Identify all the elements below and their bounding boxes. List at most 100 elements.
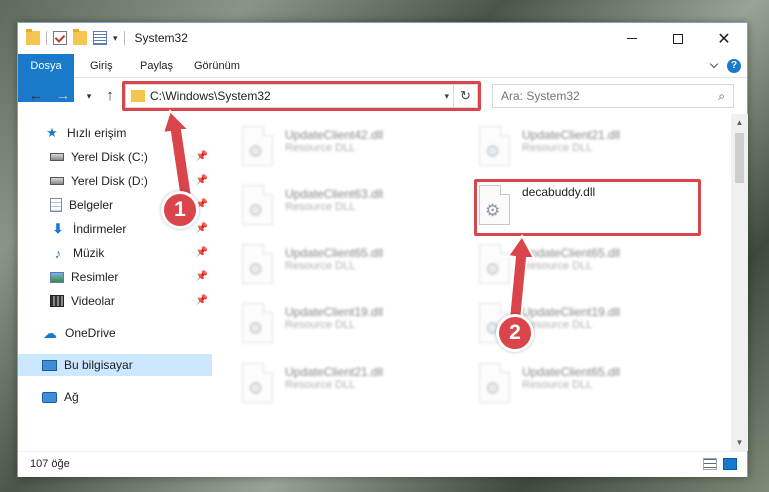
file-item[interactable]: ⚙ UpdateClient65.dll Resource DLL bbox=[237, 242, 467, 290]
folder-icon bbox=[26, 29, 40, 45]
dll-file-icon: ⚙ bbox=[242, 244, 273, 284]
vertical-scrollbar[interactable]: ▲ ▼ bbox=[731, 114, 748, 451]
ribbon-controls: ? bbox=[709, 59, 741, 73]
nav-item-pictures[interactable]: Resimler 📌 bbox=[18, 266, 212, 288]
title-bar: ▾ System32 ✕ bbox=[18, 23, 747, 54]
nav-label: Yerel Disk (C:) bbox=[71, 150, 148, 164]
cloud-icon: ☁ bbox=[43, 324, 57, 341]
search-input[interactable] bbox=[493, 85, 693, 107]
scroll-up-arrow[interactable]: ▲ bbox=[731, 114, 748, 131]
details-view-icon[interactable] bbox=[703, 458, 717, 470]
file-item[interactable]: ⚙ UpdateClient21.dll Resource DLL bbox=[474, 124, 704, 172]
window-title: System32 bbox=[134, 31, 188, 45]
search-box[interactable]: ⌕ bbox=[492, 84, 734, 108]
address-highlight-box bbox=[122, 81, 481, 111]
pin-icon[interactable]: 📌 bbox=[196, 247, 208, 258]
nav-item-videos[interactable]: Videolar 📌 bbox=[18, 290, 212, 312]
nav-label: Bu bilgisayar bbox=[64, 358, 133, 372]
file-name: UpdateClient65.dll bbox=[285, 246, 384, 260]
file-type: Resource DLL bbox=[522, 379, 593, 391]
pictures-icon bbox=[50, 271, 64, 283]
large-icons-view-icon[interactable] bbox=[723, 458, 737, 470]
file-item[interactable]: ⚙ UpdateClient19.dll Resource DLL bbox=[237, 301, 467, 349]
file-item[interactable]: ⚙ UpdateClient65.dll Resource DLL bbox=[474, 361, 704, 409]
file-name: UpdateClient65.dll bbox=[522, 365, 621, 379]
dll-file-icon: ⚙ bbox=[479, 244, 510, 284]
back-button[interactable]: ← bbox=[27, 87, 45, 105]
gear-icon: ⚙ bbox=[248, 260, 264, 279]
status-bar: 107 öğe bbox=[18, 451, 747, 477]
dll-file-icon: ⚙ bbox=[242, 185, 273, 225]
gear-icon: ⚙ bbox=[485, 142, 501, 161]
nav-item-disk-c[interactable]: Yerel Disk (C:) 📌 bbox=[18, 146, 212, 168]
gear-icon: ⚙ bbox=[248, 201, 264, 220]
nav-label: Belgeler bbox=[69, 198, 114, 212]
nav-network[interactable]: Ağ bbox=[18, 386, 212, 408]
nav-item-disk-d[interactable]: Yerel Disk (D:) 📌 bbox=[18, 170, 212, 192]
separator bbox=[46, 31, 47, 45]
file-type: Resource DLL bbox=[522, 142, 593, 154]
nav-label: Hızlı erişim bbox=[67, 126, 127, 140]
dll-file-icon: ⚙ bbox=[242, 126, 273, 166]
dll-file-icon: ⚙ bbox=[242, 303, 273, 343]
expand-ribbon-icon[interactable] bbox=[709, 61, 719, 71]
item-count: 107 öğe bbox=[30, 458, 70, 470]
recent-locations-button[interactable]: ▾ bbox=[80, 87, 98, 105]
disk-icon bbox=[50, 153, 64, 161]
file-item[interactable]: ⚙ UpdateClient65.dll Resource DLL bbox=[474, 242, 704, 290]
disk-icon bbox=[50, 177, 64, 185]
scroll-down-arrow[interactable]: ▼ bbox=[731, 434, 748, 451]
file-item[interactable]: ⚙ UpdateClient42.dll Resource DLL bbox=[237, 124, 467, 172]
maximize-button[interactable] bbox=[655, 23, 701, 54]
pin-icon[interactable]: 📌 bbox=[196, 271, 208, 282]
nav-label: Resimler bbox=[71, 270, 119, 284]
file-item[interactable]: ⚙ UpdateClient63.dll Resource DLL bbox=[237, 183, 467, 231]
file-type: Resource DLL bbox=[285, 379, 356, 391]
new-folder-icon[interactable] bbox=[73, 29, 87, 45]
dll-file-icon: ⚙ bbox=[479, 363, 510, 403]
computer-icon bbox=[42, 359, 57, 371]
tab-home[interactable]: Giriş bbox=[80, 54, 123, 78]
up-button[interactable]: ↑ bbox=[101, 87, 119, 105]
pin-icon[interactable]: 📌 bbox=[196, 223, 208, 234]
tab-view[interactable]: Görünüm bbox=[184, 54, 250, 78]
document-icon bbox=[50, 198, 62, 212]
pin-icon[interactable]: 📌 bbox=[196, 295, 208, 306]
close-icon: ✕ bbox=[717, 30, 731, 48]
dll-file-icon: ⚙ bbox=[242, 363, 273, 403]
close-button[interactable]: ✕ bbox=[701, 23, 747, 54]
file-name: UpdateClient19.dll bbox=[522, 305, 621, 319]
gear-icon: ⚙ bbox=[248, 379, 264, 398]
nav-quick-access[interactable]: ★ Hızlı erişim bbox=[18, 122, 212, 144]
forward-button[interactable]: → bbox=[54, 87, 72, 105]
download-icon: ⬇ bbox=[52, 221, 64, 236]
nav-item-music[interactable]: ♪ Müzik 📌 bbox=[18, 242, 212, 264]
search-icon[interactable]: ⌕ bbox=[718, 89, 725, 104]
videos-icon bbox=[50, 295, 64, 307]
pin-icon[interactable]: 📌 bbox=[196, 175, 208, 186]
file-item[interactable]: ⚙ UpdateClient21.dll Resource DLL bbox=[237, 361, 467, 409]
nav-label: Ağ bbox=[64, 390, 79, 404]
file-type: Resource DLL bbox=[285, 201, 356, 213]
nav-onedrive[interactable]: ☁ OneDrive bbox=[18, 322, 212, 344]
navigation-pane: ★ Hızlı erişim Yerel Disk (C:) 📌 Yerel D… bbox=[18, 114, 214, 451]
file-name: UpdateClient65.dll bbox=[522, 246, 621, 260]
properties-check-icon[interactable] bbox=[53, 31, 67, 45]
scroll-thumb[interactable] bbox=[735, 133, 744, 183]
chevron-down-icon[interactable]: ▾ bbox=[113, 33, 118, 44]
file-name: UpdateClient21.dll bbox=[522, 128, 621, 142]
gear-icon: ⚙ bbox=[485, 260, 501, 279]
help-icon[interactable]: ? bbox=[727, 59, 741, 73]
gear-icon: ⚙ bbox=[248, 142, 264, 161]
file-type: Resource DLL bbox=[285, 319, 356, 331]
pin-icon[interactable]: 📌 bbox=[196, 151, 208, 162]
dll-file-icon: ⚙ bbox=[479, 126, 510, 166]
customize-toolbar-icon[interactable] bbox=[93, 31, 107, 45]
nav-this-pc[interactable]: Bu bilgisayar bbox=[18, 354, 212, 376]
address-row: ← → ▾ ↑ C:\Windows\System32 ▾ ↻ ⌕ bbox=[18, 78, 747, 114]
file-name: UpdateClient42.dll bbox=[285, 128, 384, 142]
ribbon: Dosya Giriş Paylaş Görünüm ? bbox=[18, 54, 747, 102]
nav-label: Videolar bbox=[71, 294, 115, 308]
minimize-button[interactable] bbox=[609, 23, 655, 54]
tab-share[interactable]: Paylaş bbox=[130, 54, 183, 78]
